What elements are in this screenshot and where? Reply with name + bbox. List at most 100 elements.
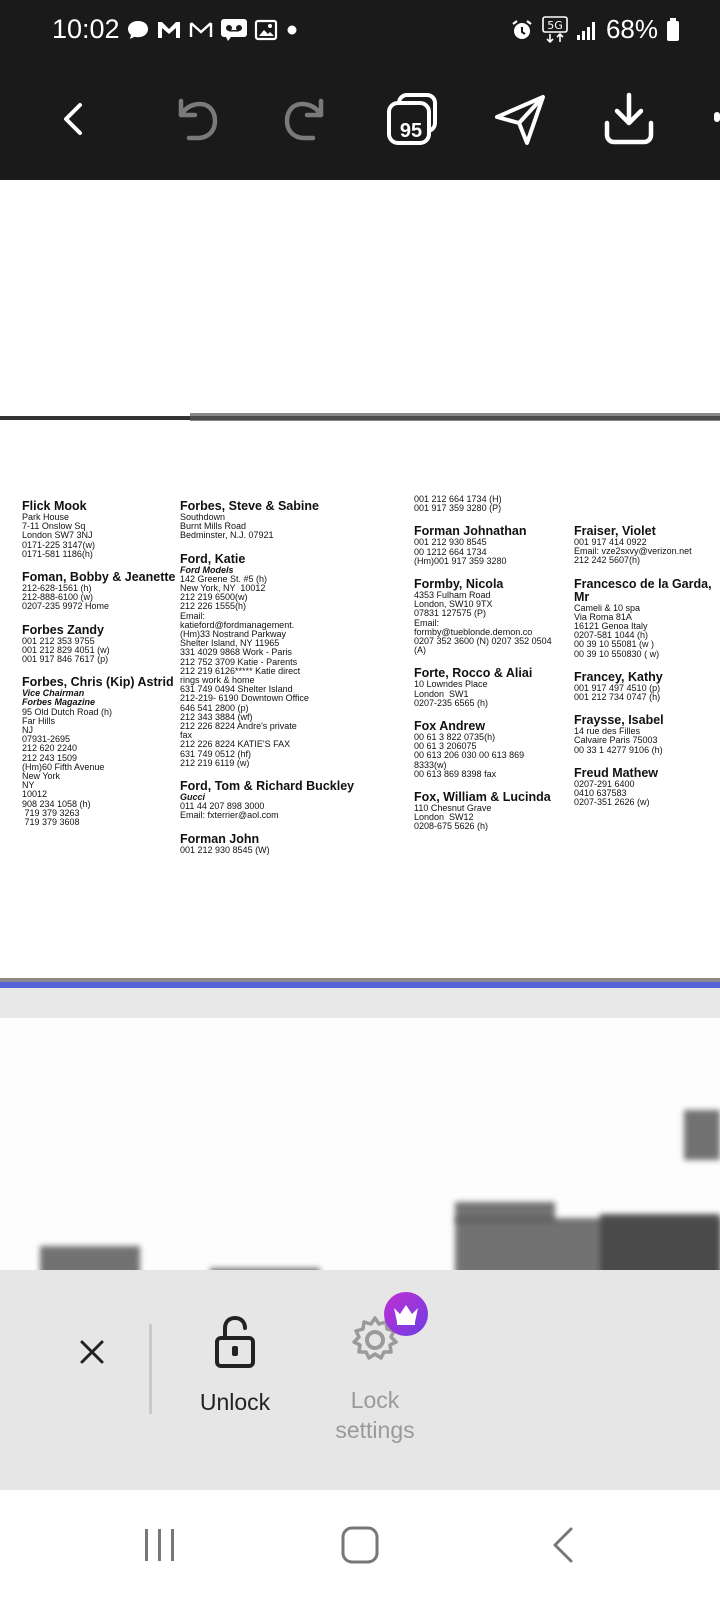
status-right: 5G 68%: [510, 14, 680, 45]
scan-blob: [684, 1110, 720, 1160]
contact-detail-line: 719 379 3608: [22, 817, 80, 828]
signal-icon: [576, 21, 595, 40]
contact-name: Francey, Kathy: [574, 669, 663, 684]
redo-button[interactable]: [270, 84, 340, 154]
address-column-2: Forbes, Steve & Sabine Southdown Burnt Mil…: [180, 500, 400, 867]
contact-name: Freud Mathew: [574, 765, 659, 780]
contact-entry: Fraiser, Violet 001 917 414 0922 Email: vz…: [574, 525, 720, 566]
contact-detail-line: (A): [414, 645, 426, 656]
contact-name: Ford, Katie: [180, 551, 246, 566]
pages-button[interactable]: 95: [378, 84, 448, 154]
contact-detail-line: 00 39 10 550830 ( w): [574, 648, 660, 659]
address-column-1: Flick Mook Park House 7-11 Onslow Sq London…: [22, 500, 177, 839]
contact-name: Ford, Tom & Richard Buckley: [180, 779, 355, 794]
contact-entry: Ford, Tom & Richard Buckley Gucci 011 44 2…: [180, 780, 400, 821]
contact-detail-line: 0207-235 9972 Home: [22, 601, 110, 612]
contact-detail-line: 001 917 846 7617 (p): [22, 654, 109, 665]
close-panel-button[interactable]: [70, 1330, 114, 1374]
page-count-badge: 95: [399, 120, 423, 142]
svg-text:5G: 5G: [547, 19, 563, 32]
contact-detail-line: 001 212 734 0747 (h): [574, 692, 661, 703]
contact-detail-line: (Hm)001 917 359 3280: [414, 555, 507, 566]
crown-icon: [394, 1305, 418, 1325]
unlock-label: Unlock: [199, 1389, 271, 1415]
unlock-button[interactable]: Unlock: [190, 1314, 280, 1416]
premium-badge: [384, 1292, 428, 1336]
download-button[interactable]: [594, 84, 664, 154]
contact-detail-line: 0171-581 1186(h): [22, 548, 93, 559]
contact-detail-line: 0207-351 2626 (w): [574, 797, 650, 808]
lock-settings-label: Lock settings: [330, 1385, 420, 1445]
contact-entry: Fox Andrew 00 61 3 822 0735(h) 00 61 3 206…: [414, 720, 564, 779]
contact-detail-line: 001 917 359 3280 (P): [414, 503, 502, 514]
status-bar: 10:02 5G 68%: [0, 0, 720, 60]
contact-detail-line: 212 219 6119 (w): [180, 757, 250, 768]
notification-icons: [126, 18, 300, 42]
lock-panel: Unlock Lock settings: [0, 1270, 720, 1490]
contact-entry: Freud Mathew 0207-291 6400 0410 637583 0207…: [574, 765, 720, 808]
contact-entry: Forbes Zandy 001 212 353 9755 001 212 829 …: [22, 622, 177, 665]
voicemail-icon: [221, 19, 247, 41]
gallery-icon: [254, 19, 278, 41]
contact-detail-line: 0207 352 3600 (N) 0207 352 0504: [414, 636, 552, 647]
nav-back-button[interactable]: [534, 1520, 594, 1570]
recent-apps-icon: [145, 1529, 174, 1561]
lock-settings-label-line-1: Lock: [350, 1387, 400, 1413]
contact-detail-line: 212 226 1555(h): [180, 601, 247, 612]
lock-settings-label-line-2: settings: [335, 1417, 415, 1443]
send-icon: [495, 95, 545, 145]
address-column-4: Fraiser, Violet 001 917 414 0922 Email: vz…: [574, 525, 720, 819]
contact-entry: Forte, Rocco & Aliai 10 Lowndes Place Lond…: [414, 667, 564, 708]
contact-entry: Fraysse, Isabel 14 rue des Filles Calvaire…: [574, 714, 720, 755]
contact-name: Forbes Zandy: [22, 622, 104, 637]
contact-entry: Fox, William & Lucinda 110 Chesnut Grave L…: [414, 791, 564, 832]
contact-detail-line: 212 226 8224 Andre's private: [180, 721, 297, 732]
contact-entry: Ford, Katie Ford Models 142 Greene St. #5 …: [180, 551, 400, 768]
contact-detail-line: Bedminster, N.J. 07921: [180, 530, 274, 541]
contact-name: Francesco de la Garda, Mr: [574, 576, 712, 604]
back-button[interactable]: [38, 84, 108, 154]
more-notifications-dot-icon: [287, 25, 297, 35]
contact-entry: Flick Mook Park House 7-11 Onslow Sq London…: [22, 500, 177, 559]
alarm-icon: [512, 19, 532, 39]
contact-detail-line: Far Hills: [22, 715, 55, 726]
contact-detail-line: 00 613 869 8398 fax: [414, 768, 497, 779]
send-button[interactable]: [486, 84, 556, 154]
undo-icon: [178, 98, 218, 141]
contact-detail-line: 212 242 5607(h): [574, 555, 641, 566]
scan-border-line-shadow: [190, 413, 720, 421]
document-page[interactable]: Flick Mook Park House 7-11 Onslow Sq London…: [0, 180, 720, 980]
contact-name: Forman John: [180, 831, 260, 846]
home-button[interactable]: [330, 1520, 390, 1570]
editor-toolbar: 95: [0, 60, 720, 180]
contact-entry: Forman Johnathan 001 212 930 8545 00 1212 …: [414, 525, 564, 566]
overflow-dot-icon[interactable]: [714, 112, 720, 122]
contact-entry: 001 212 664 1734 (H) 001 917 359 3280 (P): [414, 494, 564, 514]
redo-icon: [284, 98, 324, 141]
contact-detail-line: 00 33 1 4277 9106 (h): [574, 744, 663, 755]
contact-detail-line: Email: fxterrier@aol.com: [180, 810, 279, 821]
contact-entry: Foman, Bobby & Jeanette 212-628-1561 (h) 2…: [22, 571, 177, 612]
scan-blob: [40, 1246, 140, 1270]
contact-entry: Francey, Kathy 001 917 497 4510 (p) 001 21…: [574, 669, 720, 703]
contact-detail-line: 0208-675 5626 (h): [414, 821, 489, 832]
undo-button[interactable]: [162, 84, 232, 154]
next-document-page[interactable]: [0, 1018, 720, 1270]
contact-entry: Forman John 001 212 930 8545 (W): [180, 831, 400, 855]
gmail-icon: [158, 22, 180, 38]
chevron-left-icon: [64, 103, 82, 135]
5g-icon: 5G: [542, 15, 568, 43]
page-gap: [0, 988, 720, 1018]
battery-percent: 68%: [605, 14, 658, 44]
contact-entry: Forbes, Steve & Sabine Southdown Burnt Mil…: [180, 500, 400, 541]
back-chevron-icon: [553, 1527, 573, 1563]
recent-apps-button[interactable]: [130, 1520, 190, 1570]
gmail-outline-icon: [189, 22, 213, 37]
scan-blob: [600, 1214, 720, 1270]
contact-entry: Formby, Nicola 4353 Fulham Road London, SW…: [414, 578, 564, 655]
chat-bubble-icon: [128, 21, 148, 39]
status-time: 10:02: [52, 14, 120, 44]
battery-icon: [667, 17, 679, 41]
contact-detail-line: 001 212 930 8545 (W): [180, 844, 270, 855]
system-nav-bar: [0, 1490, 720, 1600]
